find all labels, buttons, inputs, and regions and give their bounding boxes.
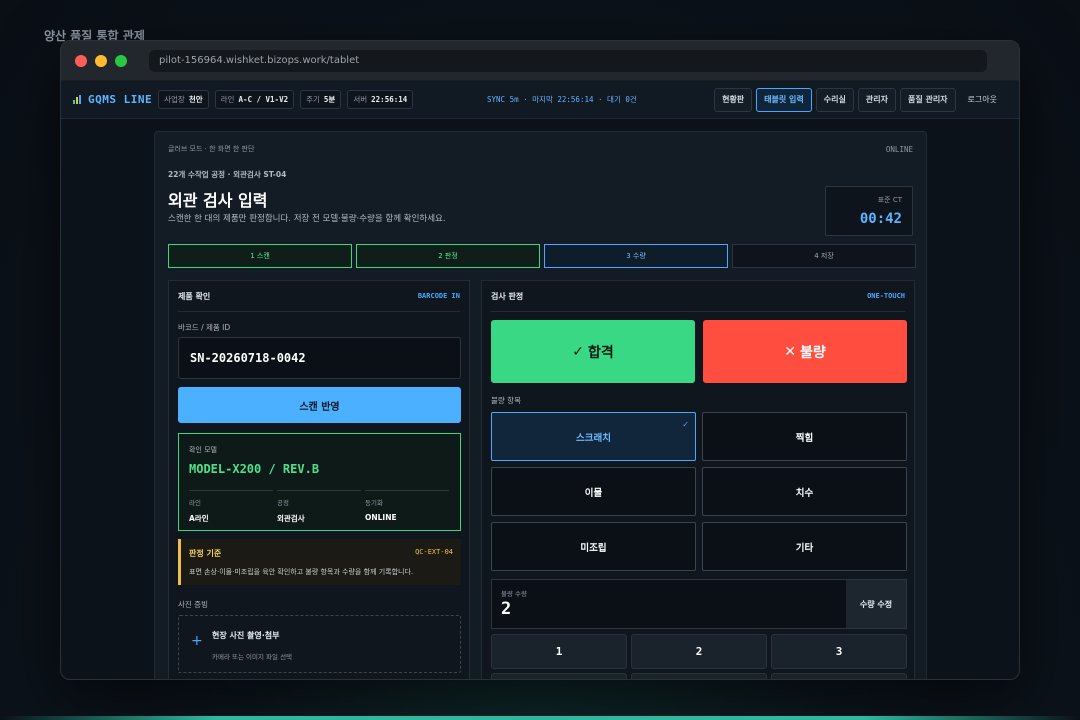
breadcrumb: 22개 수작업 공정 · 외관검사 ST-04 bbox=[168, 170, 287, 179]
brand-name: GQMS LINE bbox=[88, 93, 153, 106]
barcode-label: 바코드 / 제품 ID bbox=[178, 323, 231, 332]
chip-server-time: 서버 22:56:14 bbox=[347, 90, 414, 109]
pass-button[interactable]: ✓ 합격 bbox=[491, 320, 695, 383]
mode-label: 글러브 모드 · 한 화면 한 판단 bbox=[168, 145, 255, 153]
brand-logo[interactable]: GQMS LINE bbox=[73, 93, 152, 106]
nav-repair-room[interactable]: 수리실 bbox=[815, 87, 854, 112]
product-section: 제품 확인 BARCODE IN 바코드 / 제품 ID SN-20260718… bbox=[168, 280, 470, 679]
chip-line: 라인 A-C / V1-V2 bbox=[214, 90, 295, 109]
step-save[interactable]: 4 저장 bbox=[732, 244, 916, 268]
key-1[interactable]: 1 bbox=[491, 634, 627, 669]
qty-label: 불량 수량 bbox=[501, 590, 527, 598]
browser-chrome: pilot-156964.wishket.bizops.work/tablet bbox=[61, 41, 1019, 81]
photo-desc: 카메라 또는 이미지 파일 선택 bbox=[212, 653, 293, 661]
fail-button[interactable]: ✕ 불량 bbox=[703, 320, 907, 383]
key-6[interactable] bbox=[771, 673, 907, 679]
divider bbox=[178, 311, 460, 312]
top-nav: 현황판 태블릿 입력 수리실 관리자 품질 관리자 로그아웃 bbox=[714, 87, 1005, 112]
criteria-code: QC-EXT-04 bbox=[415, 548, 453, 556]
scan-apply-button[interactable]: 스캔 반영 bbox=[178, 387, 461, 423]
defect-dent[interactable]: 찍힘 bbox=[702, 412, 907, 461]
close-window-icon[interactable] bbox=[75, 54, 87, 67]
address-bar[interactable]: pilot-156964.wishket.bizops.work/tablet bbox=[149, 49, 987, 72]
criteria-desc: 표면 손상·이물·미조립을 육안 확인하고 불량 항목과 수량을 함께 기록합니… bbox=[189, 568, 414, 576]
step-judge[interactable]: 2 판정 bbox=[356, 244, 540, 268]
maximize-window-icon[interactable] bbox=[115, 54, 127, 67]
sync-status: SYNC 5m · 마지막 22:56:14 · 대기 0건 bbox=[487, 95, 637, 104]
defect-dimension[interactable]: 치수 bbox=[702, 467, 907, 516]
judgement-section: 검사 판정 ONE-TOUCH ✓ 합격 ✕ 불량 불량 항목 스크래치 ✓ 찍… bbox=[481, 280, 915, 679]
model-field-line: 라인 A라인 bbox=[189, 490, 273, 524]
check-icon: ✓ bbox=[572, 343, 584, 360]
key-5[interactable] bbox=[631, 673, 767, 679]
defects-label: 불량 항목 bbox=[491, 396, 521, 405]
defect-unassembled[interactable]: 미조립 bbox=[491, 522, 696, 571]
defect-grid: 스크래치 ✓ 찍힘 이물 치수 미조립 기타 bbox=[491, 412, 907, 571]
model-caption: 확인 모델 bbox=[189, 446, 217, 454]
qty-value: 2 bbox=[501, 599, 512, 619]
stepper: 1 스캔 2 판정 3 수량 4 저장 bbox=[168, 244, 916, 268]
photo-upload[interactable]: + 현장 사진 촬영·첨부 카메라 또는 이미지 파일 선택 bbox=[178, 615, 461, 673]
number-keypad: 1 2 3 bbox=[491, 634, 907, 679]
defect-quantity: 불량 수량 2 수량 수정 bbox=[491, 579, 907, 629]
barcode-in-tag: BARCODE IN bbox=[417, 292, 460, 300]
plus-icon: + bbox=[191, 633, 203, 649]
check-icon: ✓ bbox=[682, 420, 689, 429]
ct-value: 00:42 bbox=[859, 211, 902, 227]
minimize-window-icon[interactable] bbox=[95, 54, 107, 67]
photo-title: 현장 사진 촬영·첨부 bbox=[212, 631, 280, 640]
defect-other[interactable]: 기타 bbox=[702, 522, 907, 571]
connection-status: ONLINE bbox=[885, 145, 913, 154]
key-2[interactable]: 2 bbox=[631, 634, 767, 669]
ct-label: 표준 CT bbox=[877, 196, 902, 204]
standard-ct-box: 표준 CT 00:42 bbox=[825, 186, 913, 236]
model-name: MODEL-X200 / REV.B bbox=[189, 462, 320, 476]
content-area: 글러브 모드 · 한 화면 한 판단 ONLINE 22개 수작업 공정 · 외… bbox=[61, 119, 1019, 679]
nav-dashboard[interactable]: 현황판 bbox=[714, 87, 753, 112]
photo-section-label: 사진 증빙 bbox=[178, 600, 208, 609]
nav-quality-admin[interactable]: 품질 관리자 bbox=[899, 87, 956, 112]
defect-scratch[interactable]: 스크래치 ✓ bbox=[491, 412, 696, 461]
page-subtitle: 스캔한 한 대의 제품만 판정합니다. 저장 전 모델·불량·수량을 함께 확인… bbox=[168, 214, 446, 224]
chip-cycle: 주기 5분 bbox=[300, 90, 342, 109]
key-4[interactable] bbox=[491, 673, 627, 679]
app-header: GQMS LINE 사업장 천안 라인 A-C / V1-V2 주기 5분 서버 22:… bbox=[61, 81, 1019, 119]
one-touch-tag: ONE-TOUCH bbox=[867, 292, 905, 300]
criteria-card: 판정 기준 QC-EXT-04 표면 손상·이물·미조립을 육안 확인하고 불량… bbox=[178, 539, 461, 585]
browser-window: pilot-156964.wishket.bizops.work/tablet … bbox=[60, 40, 1020, 680]
chip-site: 사업장 천안 bbox=[158, 90, 209, 109]
criteria-title: 판정 기준 bbox=[189, 549, 222, 558]
model-field-process: 공정 외관검사 bbox=[277, 490, 361, 524]
page-title: 외관 검사 입력 bbox=[168, 191, 268, 210]
divider bbox=[491, 311, 905, 312]
barcode-input[interactable]: SN-20260718-0042 bbox=[178, 337, 461, 379]
step-quantity[interactable]: 3 수량 bbox=[544, 244, 728, 268]
chart-bars-icon bbox=[73, 95, 81, 104]
close-icon: ✕ bbox=[784, 343, 796, 360]
key-3[interactable]: 3 bbox=[771, 634, 907, 669]
judgement-section-title: 검사 판정 bbox=[491, 292, 524, 301]
model-field-sync: 동기화 ONLINE bbox=[365, 490, 449, 522]
product-section-title: 제품 확인 bbox=[178, 292, 211, 301]
logout-button[interactable]: 로그아웃 bbox=[960, 88, 1005, 112]
defect-foreign-matter[interactable]: 이물 bbox=[491, 467, 696, 516]
inspection-panel: 글러브 모드 · 한 화면 한 판단 ONLINE 22개 수작업 공정 · 외… bbox=[154, 131, 927, 679]
bottom-glow bbox=[0, 716, 1080, 720]
model-card: 확인 모델 MODEL-X200 / REV.B 라인 A라인 공정 외관검사 … bbox=[178, 433, 461, 531]
nav-tablet-input[interactable]: 태블릿 입력 bbox=[756, 87, 812, 112]
nav-admin[interactable]: 관리자 bbox=[857, 87, 896, 112]
qty-edit-button[interactable]: 수량 수정 bbox=[846, 580, 906, 628]
step-scan[interactable]: 1 스캔 bbox=[168, 244, 352, 268]
